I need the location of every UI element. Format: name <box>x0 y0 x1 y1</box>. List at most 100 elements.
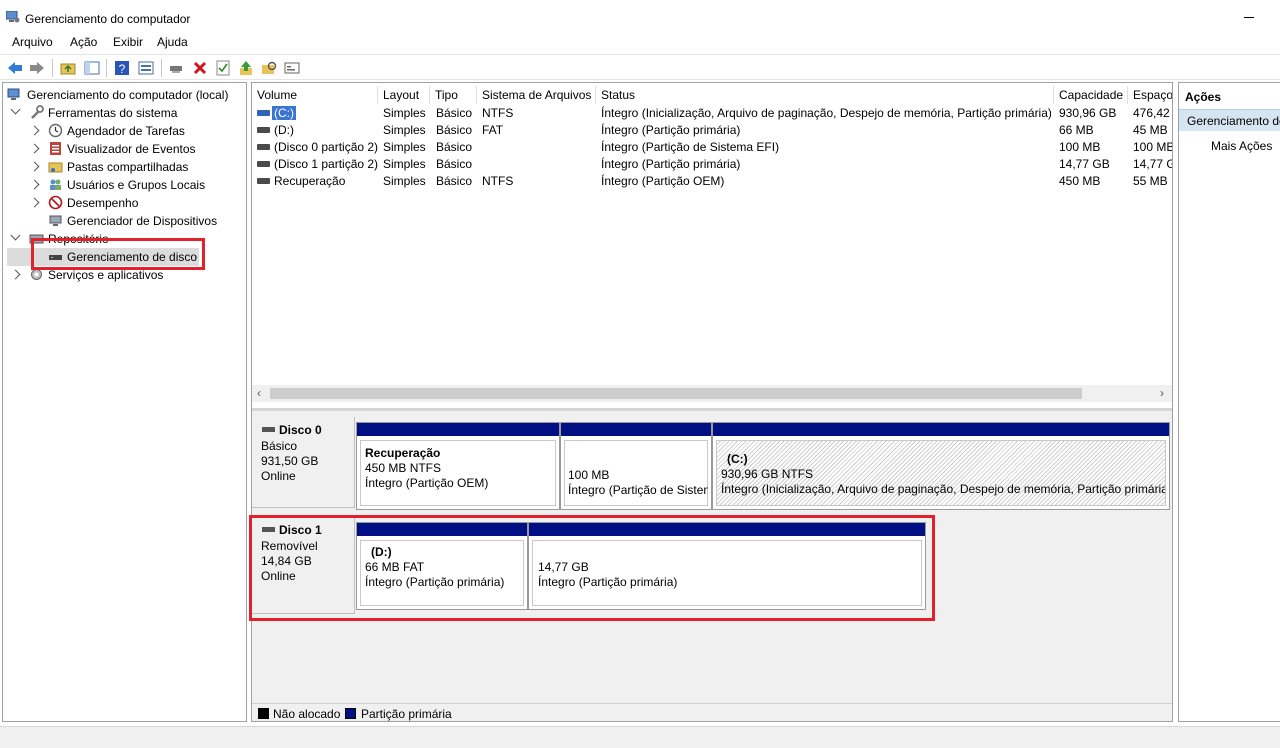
partition-title: (C:) <box>727 452 748 466</box>
column-header-tipo[interactable]: Tipo <box>430 86 477 104</box>
scroll-left-icon[interactable]: ‹ <box>257 386 261 400</box>
chevron-down-icon[interactable] <box>10 230 21 241</box>
partition-status: Íntegro (Inicialização, Arquivo de pagin… <box>721 482 1165 496</box>
table-row[interactable]: (Disco 1 partição 2) Simples Básico Ínte… <box>252 156 1172 173</box>
chevron-right-icon[interactable] <box>29 197 40 208</box>
partition-recovery[interactable]: Recuperação 450 MB NTFS Íntegro (Partiçã… <box>356 422 560 510</box>
search-folder-icon[interactable] <box>260 59 278 77</box>
actions-section-label: Gerenciamento de disco <box>1187 114 1280 128</box>
partition-size: 66 MB FAT <box>365 560 425 574</box>
tree-label: Desempenho <box>67 196 139 210</box>
shared-folder-icon <box>48 162 63 173</box>
disk-1-label[interactable]: Disco 1 Removível 14,84 GB Online <box>252 517 355 614</box>
actions-section-disk-management[interactable]: Gerenciamento de disco <box>1179 109 1280 131</box>
minimize-button[interactable] <box>1240 8 1258 26</box>
forward-arrow-icon[interactable] <box>28 59 46 77</box>
disk-0-label[interactable]: Disco 0 Básico 931,50 GB Online <box>252 417 355 508</box>
tree-label: Usuários e Grupos Locais <box>67 178 206 192</box>
disk-kind: Removível <box>261 539 318 553</box>
partition-d[interactable]: (D:) 66 MB FAT Íntegro (Partição primári… <box>356 522 528 610</box>
legend-swatch-unallocated <box>258 708 269 719</box>
status-bar <box>0 726 1280 748</box>
cell-volume: Recuperação <box>274 174 346 188</box>
partition-size: 14,77 GB <box>538 560 589 574</box>
cell-volume: (Disco 1 partição 2) <box>274 157 379 171</box>
table-row[interactable]: (C:) Simples Básico NTFS Íntegro (Inicia… <box>252 105 1172 122</box>
horizontal-scrollbar[interactable]: ‹ › <box>252 385 1172 402</box>
menu-exibir[interactable]: Exibir <box>113 35 143 49</box>
column-header-fs[interactable]: Sistema de Arquivos <box>477 86 596 104</box>
partition-bar <box>713 423 1169 436</box>
computer-management-icon <box>6 11 20 23</box>
tree-item-disk-management[interactable]: Gerenciamento de disco <box>7 248 199 266</box>
more-actions-link[interactable]: Mais Ações <box>1211 139 1272 153</box>
column-header-layout[interactable]: Layout <box>378 86 430 104</box>
chevron-down-icon[interactable] <box>10 104 21 115</box>
chevron-right-icon[interactable] <box>29 143 40 154</box>
back-arrow-icon[interactable] <box>6 59 24 77</box>
chevron-right-icon[interactable] <box>29 125 40 136</box>
partition-efi[interactable]: 100 MB Íntegro (Partição de Sisten <box>560 422 712 510</box>
cell-espaco: 55 MB <box>1133 174 1168 188</box>
disk-drive-icon <box>262 427 275 432</box>
cell-capacidade: 100 MB <box>1059 140 1101 154</box>
volume-icon <box>257 161 270 167</box>
partition-status: Íntegro (Partição primária) <box>538 575 678 589</box>
console-view-icon[interactable] <box>283 59 301 77</box>
partition-bar <box>357 523 527 536</box>
scroll-right-icon[interactable]: › <box>1160 386 1164 400</box>
partition-size: 450 MB NTFS <box>365 461 442 475</box>
chevron-right-icon[interactable] <box>29 161 40 172</box>
toolbar-separator <box>106 59 107 77</box>
menu-bar: Arquivo Ação Exibir Ajuda <box>0 32 1280 52</box>
cell-layout: Simples <box>383 106 426 120</box>
column-header-status[interactable]: Status <box>596 86 1054 104</box>
cell-status: Íntegro (Inicialização, Arquivo de pagin… <box>601 106 1051 120</box>
menu-acao[interactable]: Ação <box>70 35 97 49</box>
tree-label: Ferramentas do sistema <box>48 106 178 120</box>
delete-x-icon[interactable] <box>191 59 209 77</box>
partition-size: 930,96 GB NTFS <box>721 467 814 481</box>
services-icon <box>31 269 42 280</box>
help-icon[interactable]: ? <box>113 59 131 77</box>
chevron-right-icon[interactable] <box>10 269 21 280</box>
cell-volume: (D:) <box>274 123 294 137</box>
cell-fs: FAT <box>482 123 504 137</box>
table-row[interactable]: Recuperação Simples Básico NTFS Íntegro … <box>252 173 1172 190</box>
chevron-right-icon[interactable] <box>29 179 40 190</box>
disk-graphical-view: Disco 0 Básico 931,50 GB Online Recupera… <box>249 408 1172 703</box>
partition-c[interactable]: (C:) 930,96 GB NTFS Íntegro (Inicializaç… <box>712 422 1170 510</box>
menu-arquivo[interactable]: Arquivo <box>12 35 53 49</box>
connect-icon[interactable] <box>167 59 185 77</box>
volume-list: Volume Layout Tipo Sistema de Arquivos S… <box>252 83 1172 408</box>
menu-ajuda[interactable]: Ajuda <box>157 35 188 49</box>
partition-status: Íntegro (Partição primária) <box>365 575 505 589</box>
users-icon <box>50 179 61 190</box>
column-header-capacidade[interactable]: Capacidade <box>1054 86 1128 104</box>
disk-name: Disco 0 <box>279 423 322 437</box>
tree-label: Serviços e aplicativos <box>48 268 164 282</box>
table-row[interactable]: (D:) Simples Básico FAT Íntegro (Partiçã… <box>252 122 1172 139</box>
table-row[interactable]: (Disco 0 partição 2) Simples Básico Ínte… <box>252 139 1172 156</box>
properties-view-icon[interactable] <box>137 59 155 77</box>
tree-label: Gerenciamento do computador (local) <box>27 88 229 102</box>
up-folder-icon[interactable] <box>59 59 77 77</box>
up-arrow-icon[interactable] <box>237 59 255 77</box>
column-header-volume[interactable]: Volume <box>252 86 378 104</box>
svg-text:?: ? <box>119 62 126 76</box>
check-icon[interactable] <box>214 59 232 77</box>
computer-management-icon <box>7 88 20 100</box>
cell-espaco: 476,42 G <box>1133 106 1172 120</box>
show-hide-tree-icon[interactable] <box>83 59 101 77</box>
partition-status: Íntegro (Partição de Sisten <box>568 483 708 497</box>
volume-icon <box>257 110 270 116</box>
toolbar: ? <box>0 54 1280 80</box>
cell-tipo: Básico <box>436 174 473 188</box>
storage-icon <box>29 234 44 244</box>
cell-status: Íntegro (Partição OEM) <box>601 174 725 188</box>
partition-disk1-2[interactable]: 14,77 GB Íntegro (Partição primária) <box>528 522 926 610</box>
cell-capacidade: 930,96 GB <box>1059 106 1117 120</box>
column-header-espaco[interactable]: Espaço <box>1128 86 1172 104</box>
navigation-tree: Gerenciamento do computador (local) Ferr… <box>2 82 247 722</box>
scrollbar-thumb[interactable] <box>270 388 1082 399</box>
